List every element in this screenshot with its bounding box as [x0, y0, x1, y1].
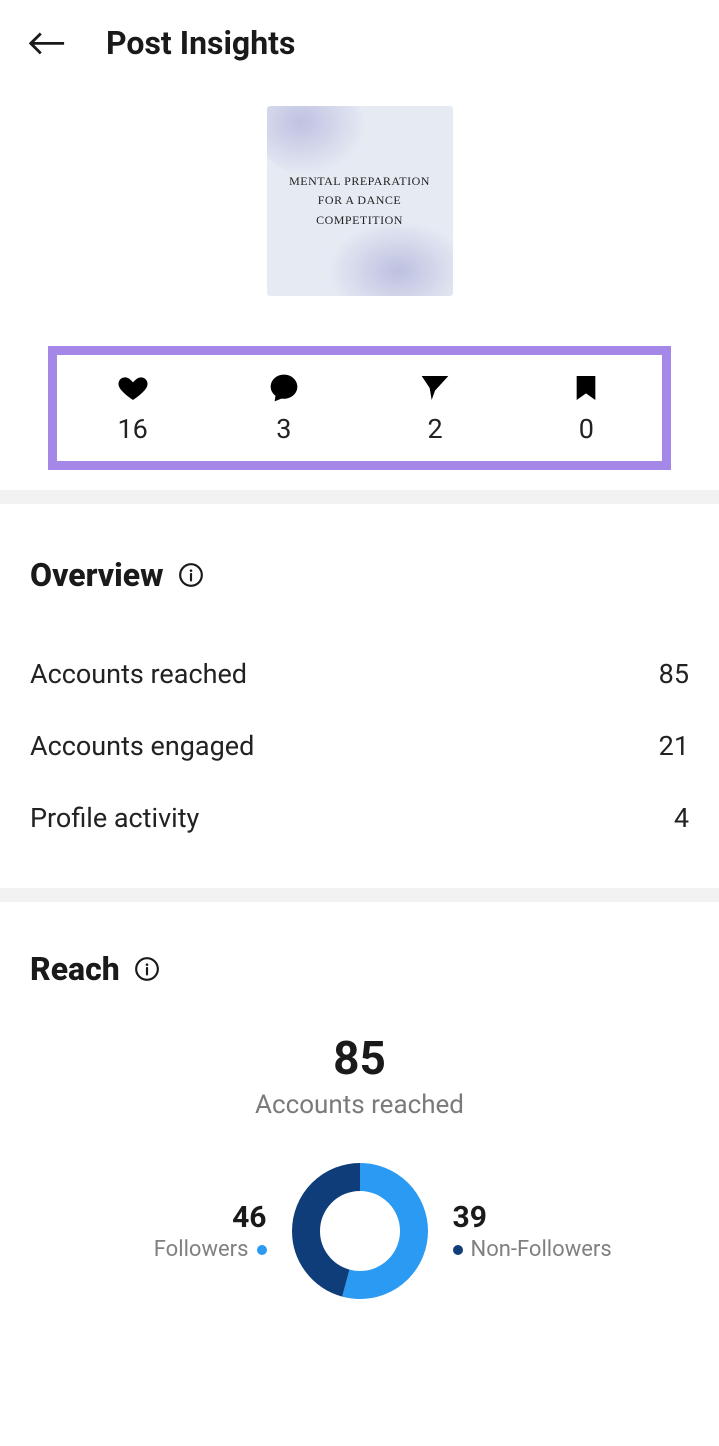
reach-section: Reach 85 Accounts reached 46 Followers 3… — [0, 902, 719, 1300]
followers-side: 46 Followers — [87, 1200, 267, 1262]
donut-row: 46 Followers 39 Non-Followers — [30, 1162, 689, 1300]
followers-label: Followers — [154, 1237, 249, 1262]
followers-dot-icon — [257, 1245, 267, 1255]
reach-donut-chart — [291, 1162, 429, 1300]
thumb-text-line: FOR A DANCE — [318, 191, 402, 210]
saves-count: 0 — [579, 413, 594, 445]
accounts-reached-row[interactable]: Accounts reached 85 — [30, 638, 689, 710]
nonfollowers-side: 39 Non-Followers — [453, 1200, 633, 1262]
section-divider — [0, 490, 719, 504]
header: Post Insights — [0, 0, 719, 82]
profile-activity-row[interactable]: Profile activity 4 — [30, 782, 689, 854]
metric-label: Accounts reached — [30, 658, 247, 690]
post-thumbnail-container: MENTAL PREPARATION FOR A DANCE COMPETITI… — [0, 82, 719, 346]
reach-sub-label: Accounts reached — [30, 1090, 689, 1120]
comment-icon — [267, 373, 301, 403]
page-title: Post Insights — [106, 24, 295, 62]
back-arrow-icon[interactable] — [28, 24, 66, 62]
likes-stat: 16 — [57, 373, 208, 445]
bookmark-icon — [569, 373, 603, 403]
info-icon[interactable] — [134, 956, 160, 982]
overview-section: Overview Accounts reached 85 Accounts en… — [0, 504, 719, 888]
post-thumbnail[interactable]: MENTAL PREPARATION FOR A DANCE COMPETITI… — [267, 106, 453, 296]
likes-count: 16 — [117, 413, 147, 445]
comments-stat: 3 — [208, 373, 359, 445]
nonfollowers-count: 39 — [453, 1200, 487, 1235]
metric-value: 4 — [674, 802, 689, 834]
engagement-stats-box: 16 3 2 0 — [48, 346, 671, 470]
shares-count: 2 — [428, 413, 443, 445]
comments-count: 3 — [276, 413, 291, 445]
metric-value: 21 — [659, 730, 689, 762]
metric-value: 85 — [659, 658, 689, 690]
reach-total: 85 — [30, 1032, 689, 1086]
metric-label: Profile activity — [30, 802, 199, 834]
info-icon[interactable] — [178, 562, 204, 588]
nonfollowers-label: Non-Followers — [471, 1237, 612, 1262]
followers-count: 46 — [232, 1200, 266, 1235]
thumb-text-line: COMPETITION — [316, 211, 403, 230]
saves-stat: 0 — [511, 373, 662, 445]
share-icon — [418, 373, 452, 403]
section-divider — [0, 888, 719, 902]
reach-title: Reach — [30, 950, 120, 988]
overview-title: Overview — [30, 556, 164, 594]
accounts-engaged-row[interactable]: Accounts engaged 21 — [30, 710, 689, 782]
reach-title-row: Reach — [30, 950, 689, 988]
nonfollowers-dot-icon — [453, 1245, 463, 1255]
reach-summary: 85 Accounts reached — [30, 1032, 689, 1120]
thumb-text-line: MENTAL PREPARATION — [289, 172, 430, 191]
overview-title-row: Overview — [30, 556, 689, 594]
heart-icon — [116, 373, 150, 403]
metric-label: Accounts engaged — [30, 730, 254, 762]
shares-stat: 2 — [360, 373, 511, 445]
